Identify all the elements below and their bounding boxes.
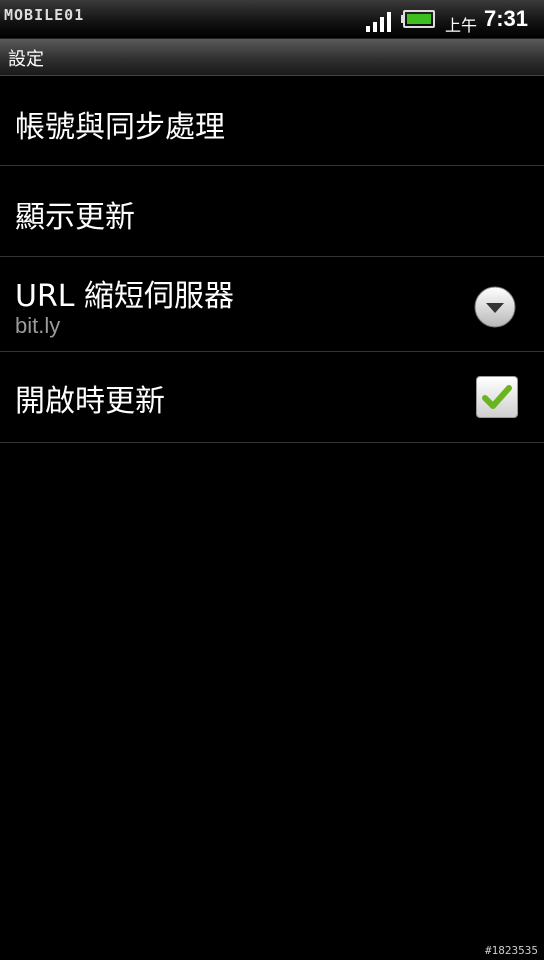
check-icon	[482, 385, 512, 409]
setting-label: 開啟時更新	[15, 384, 165, 419]
setting-url-shortener[interactable]: URL 縮短伺服器 bit.ly	[0, 257, 544, 352]
watermark-id: #1823535	[485, 944, 538, 957]
dropdown-arrow-icon[interactable]	[474, 286, 516, 328]
page-title: 設定	[8, 49, 44, 70]
setting-accounts-sync[interactable]: 帳號與同步處理	[0, 76, 544, 166]
carrier-logo: MOBILE01	[4, 6, 85, 24]
signal-icon	[366, 12, 391, 32]
setting-update-on-open[interactable]: 開啟時更新	[0, 352, 544, 443]
setting-label: 顯示更新	[15, 200, 135, 235]
clock: 7:31	[484, 6, 529, 31]
setting-label: URL 縮短伺服器	[15, 279, 235, 314]
update-on-open-checkbox[interactable]	[476, 376, 518, 418]
status-bar: MOBILE01 上午 7:31	[0, 0, 544, 39]
title-bar: 設定	[0, 39, 544, 76]
battery-icon	[401, 10, 435, 28]
setting-summary: bit.ly	[15, 313, 61, 338]
setting-display-updates[interactable]: 顯示更新	[0, 166, 544, 257]
setting-label: 帳號與同步處理	[15, 110, 225, 145]
settings-list: 帳號與同步處理 顯示更新 URL 縮短伺服器 bit.ly 開啟時更新	[0, 76, 544, 443]
ampm-label: 上午	[445, 16, 478, 35]
